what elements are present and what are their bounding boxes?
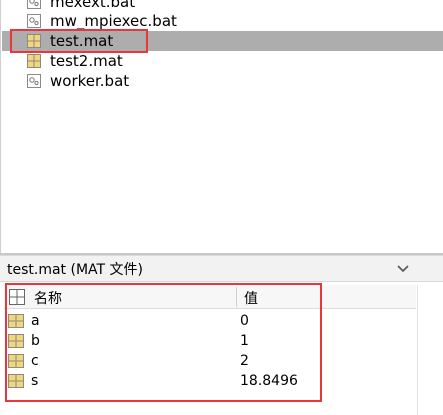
- column-header-name[interactable]: 名称: [34, 288, 62, 308]
- variable-value: 1: [240, 333, 249, 349]
- file-name: test.mat: [50, 32, 114, 50]
- column-header-value[interactable]: 值: [244, 288, 258, 308]
- file-list: mexext.bat mw_mpiexec.bat test.mat test2…: [0, 0, 443, 253]
- matlab-current-folder-panel: mexext.bat mw_mpiexec.bat test.mat test2…: [0, 0, 443, 415]
- mat-file-icon: [27, 34, 41, 48]
- variable-value: 0: [240, 313, 249, 329]
- bat-file-icon: [27, 74, 41, 88]
- file-row-test2-mat[interactable]: test2.mat: [2, 51, 443, 71]
- table-row[interactable]: s 18.8496: [4, 371, 416, 391]
- table-row[interactable]: b 1: [4, 331, 416, 351]
- variable-icon: [8, 374, 24, 388]
- table-right-border: [417, 285, 418, 415]
- variable-name: c: [31, 353, 39, 369]
- file-row-worker[interactable]: worker.bat: [2, 71, 443, 91]
- bat-file-icon: [27, 14, 41, 28]
- variable-icon: [8, 334, 24, 348]
- table-row[interactable]: c 2: [4, 351, 416, 371]
- table-row[interactable]: a 0: [4, 311, 416, 331]
- variable-value: 2: [240, 353, 249, 369]
- column-separator[interactable]: [236, 287, 237, 307]
- variable-name: a: [31, 313, 40, 329]
- chevron-down-icon[interactable]: [396, 262, 410, 276]
- bat-file-icon: [27, 0, 41, 9]
- details-title: test.mat (MAT 文件): [7, 261, 143, 278]
- mat-file-icon: [27, 54, 41, 68]
- variable-name: b: [31, 333, 40, 349]
- details-header: test.mat (MAT 文件): [0, 255, 443, 282]
- file-name: test2.mat: [50, 52, 123, 70]
- table-header: 名称 值: [4, 285, 416, 309]
- file-name: worker.bat: [50, 72, 130, 90]
- file-row-test-mat[interactable]: test.mat: [2, 31, 443, 51]
- table-grid-icon: [9, 289, 25, 305]
- file-name: mw_mpiexec.bat: [50, 12, 177, 30]
- variable-icon: [8, 354, 24, 368]
- variable-icon: [8, 314, 24, 328]
- file-row-mw-mpiexec[interactable]: mw_mpiexec.bat: [2, 11, 443, 31]
- variable-value: 18.8496: [240, 373, 298, 389]
- variables-table: 名称 值 a 0 b 1 c 2 s 18.8496: [4, 285, 443, 415]
- variable-name: s: [31, 373, 39, 389]
